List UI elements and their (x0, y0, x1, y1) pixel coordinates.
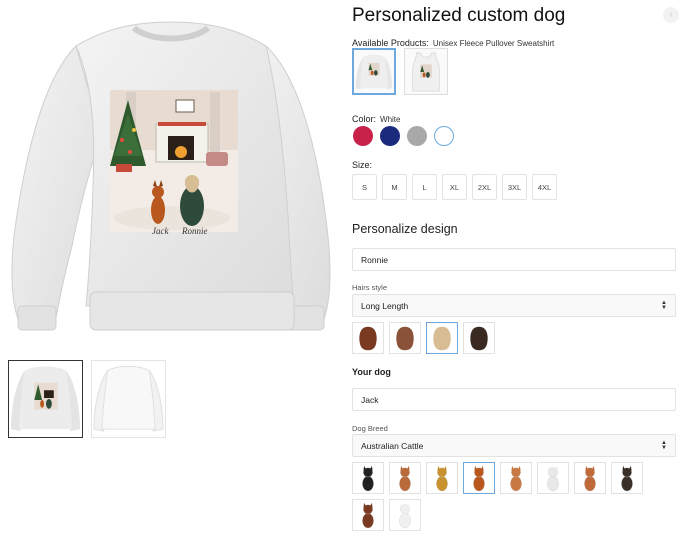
size-option-4xl[interactable]: 4XL (532, 174, 557, 200)
sweatshirt-illustration: Jack Ronnie (11, 21, 331, 331)
hair-style-value: Long Length (361, 300, 409, 311)
sweatshirt-product-image (355, 54, 393, 90)
hair-style-label: Hairs style (352, 283, 388, 292)
dog-breed-option[interactable] (574, 462, 606, 494)
your-dog-title: Your dog (352, 367, 391, 377)
size-label: Size: (352, 160, 373, 170)
dog-breed-option[interactable] (463, 462, 495, 494)
chevron-left-icon[interactable]: ‹ (663, 7, 679, 23)
product-option-tank-top[interactable] (404, 48, 448, 95)
dog-breed-option[interactable] (500, 462, 532, 494)
size-options: S M L XL 2XL 3XL 4XL (352, 174, 557, 200)
selected-product-name: Unisex Fleece Pullover Sweatshirt (432, 39, 555, 48)
hair-style-option[interactable] (426, 322, 458, 354)
main-product-image: Jack Ronnie (6, 6, 336, 344)
available-products-label-text: Available Products: (352, 38, 429, 48)
dog-breed-options-row-1 (352, 462, 643, 494)
hair-style-option[interactable] (389, 322, 421, 354)
select-arrows-icon: ▲ ▼ (661, 439, 667, 451)
size-option-xl[interactable]: XL (442, 174, 467, 200)
artwork-person-name: Ronnie (181, 226, 208, 236)
thumbnail-back[interactable] (91, 360, 166, 438)
tanktop-product-image (412, 52, 440, 92)
image-thumbnails (8, 360, 166, 438)
hair-style-options (352, 322, 495, 354)
size-option-3xl[interactable]: 3XL (502, 174, 527, 200)
sweatshirt-front-thumb-image (10, 366, 81, 432)
size-option-2xl[interactable]: 2XL (472, 174, 497, 200)
dog-breed-value: Australian Cattle (361, 440, 424, 451)
dog-breed-options-row-2 (352, 499, 421, 531)
dog-name-input[interactable]: Jack (352, 388, 676, 411)
size-option-m[interactable]: M (382, 174, 407, 200)
color-label-text: Color: (352, 114, 377, 124)
personalize-design-title: Personalize design (352, 222, 458, 236)
hair-style-option[interactable] (463, 322, 495, 354)
thumbnail-front[interactable] (8, 360, 83, 438)
hair-style-select[interactable]: Long Length ▲ ▼ (352, 294, 676, 317)
color-swatch[interactable] (380, 126, 400, 146)
dog-breed-option[interactable] (611, 462, 643, 494)
color-swatches (353, 126, 454, 146)
dog-breed-option[interactable] (537, 462, 569, 494)
color-swatch[interactable] (434, 126, 454, 146)
available-products-label: Available Products: Unisex Fleece Pullove… (352, 38, 554, 48)
artwork-dog-name: Jack (152, 226, 169, 236)
personalize-name-input[interactable]: Ronnie (352, 248, 676, 271)
dog-breed-option[interactable] (389, 462, 421, 494)
dog-breed-option[interactable] (389, 499, 421, 531)
dog-breed-option[interactable] (352, 462, 384, 494)
selected-color-name: White (380, 115, 401, 124)
page-title: Personalized custom dog (352, 5, 566, 26)
dog-breed-label: Dog Breed (352, 424, 388, 433)
dog-breed-option[interactable] (352, 499, 384, 531)
color-label: Color: White (352, 114, 400, 124)
dog-breed-select[interactable]: Australian Cattle ▲ ▼ (352, 434, 676, 457)
hair-style-option[interactable] (352, 322, 384, 354)
product-selector (352, 48, 448, 95)
sweatshirt-back-thumb-image (93, 365, 164, 432)
size-option-s[interactable]: S (352, 174, 377, 200)
product-option-sweatshirt[interactable] (352, 48, 396, 95)
dog-breed-option[interactable] (426, 462, 458, 494)
color-swatch[interactable] (407, 126, 427, 146)
select-arrows-icon: ▲ ▼ (661, 299, 667, 311)
color-swatch[interactable] (353, 126, 373, 146)
size-option-l[interactable]: L (412, 174, 437, 200)
